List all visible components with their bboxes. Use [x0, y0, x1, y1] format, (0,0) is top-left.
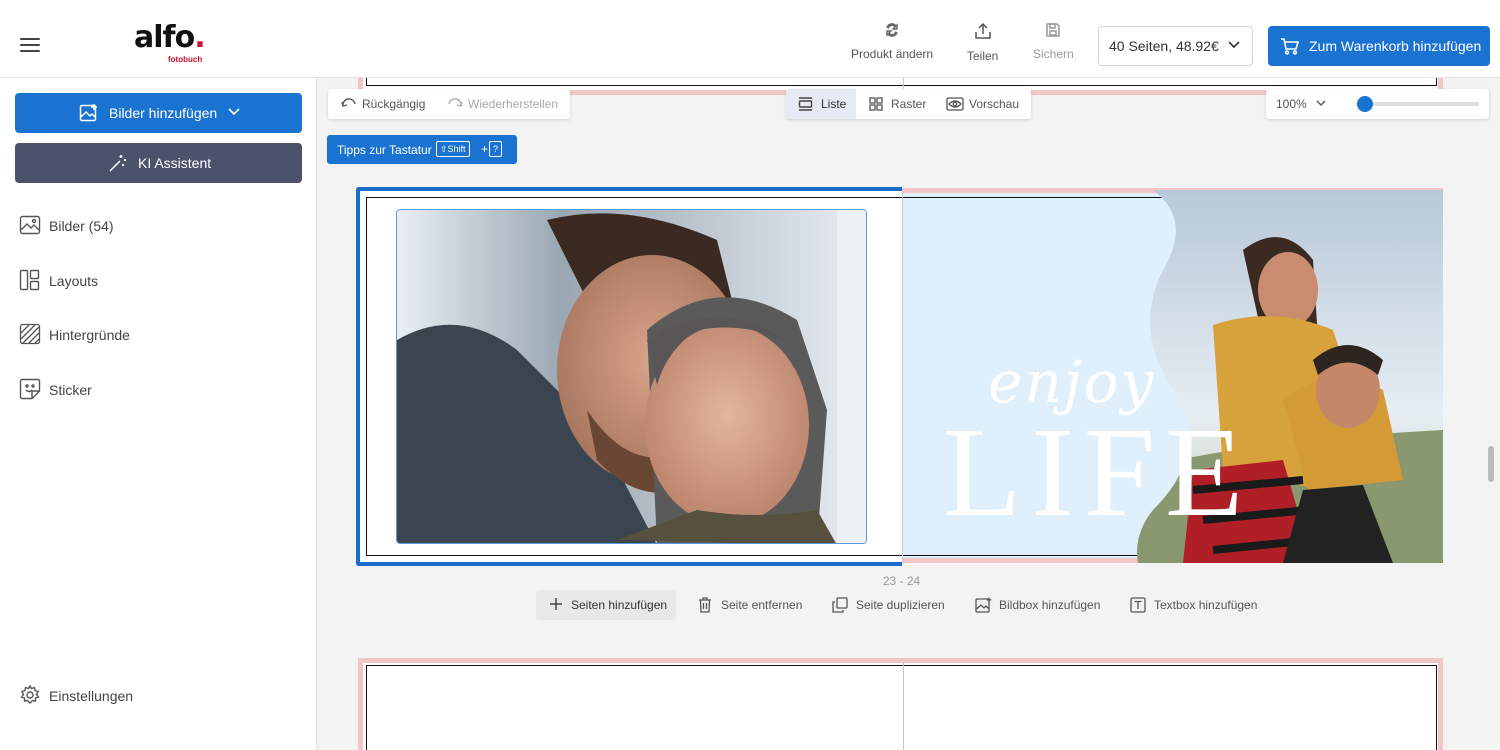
ki-assistant-button[interactable]: KI Assistent — [15, 143, 302, 183]
spread-page-numbers: 23 - 24 — [882, 574, 921, 588]
gear-icon — [20, 684, 40, 704]
pages-price-value: 40 Seiten, 48.92€ — [1109, 38, 1219, 54]
zoom-slider-handle[interactable] — [1357, 96, 1373, 112]
sidebar-item-settings-label: Einstellungen — [49, 688, 134, 704]
view-list-button[interactable]: Liste — [786, 89, 856, 119]
next-spread[interactable] — [358, 658, 1443, 750]
view-list-label: Liste — [821, 97, 847, 111]
cart-icon — [1281, 38, 1300, 55]
plus-icon — [550, 598, 562, 610]
background-pattern-icon — [19, 323, 41, 345]
layout-icon — [19, 269, 40, 291]
redo-label: Wiederherstellen — [468, 97, 559, 111]
save-disk-icon — [1046, 23, 1061, 37]
add-pages-button[interactable]: Seiten hinzufügen — [536, 590, 676, 620]
previous-spread-page-frame — [366, 78, 1437, 86]
canvas-scrollbar[interactable] — [1487, 80, 1497, 730]
sidebar-item-sticker-label: Sticker — [49, 382, 92, 398]
shift-key-badge: ⇧Shift — [436, 141, 470, 157]
hamburger-menu-icon[interactable] — [20, 38, 40, 52]
logo-subtitle: fotobuch — [168, 55, 203, 64]
view-grid-label: Raster — [891, 97, 927, 111]
remove-page-button[interactable]: Seite entfernen — [698, 590, 808, 620]
textbox-icon — [1130, 597, 1146, 613]
sidebar-item-layouts-label: Layouts — [49, 273, 99, 289]
refresh-icon — [886, 23, 898, 37]
editor-canvas[interactable]: Rückgängig Wiederherstellen Liste Raster… — [318, 78, 1500, 750]
add-textbox-label: Textbox hinzufügen — [1154, 598, 1258, 612]
add-textbox-button[interactable]: Textbox hinzufügen — [1130, 590, 1260, 620]
plus-sign: + — [481, 142, 489, 156]
save-button[interactable]: Sichern — [1033, 22, 1074, 61]
change-product-button[interactable]: Produkt ändern — [851, 22, 933, 61]
add-to-cart-label: Zum Warenkorb hinzufügen — [1309, 38, 1482, 54]
pages-price-select[interactable]: 40 Seiten, 48.92€ — [1098, 26, 1253, 66]
view-mode-toolbar: Liste Raster Vorschau — [786, 89, 1031, 119]
spread-fold-line — [902, 193, 903, 563]
zoom-select[interactable]: 100% — [1276, 97, 1307, 111]
add-imagebox-label: Bildbox hinzufügen — [999, 598, 1101, 612]
sidebar-item-images-label: Bilder (54) — [49, 218, 114, 234]
add-images-label: Bilder hinzufügen — [109, 105, 218, 121]
share-label: Teilen — [967, 49, 999, 63]
save-label: Sichern — [1033, 47, 1074, 61]
duplicate-page-label: Seite duplizieren — [856, 598, 945, 612]
undo-redo-toolbar: Rückgängig Wiederherstellen — [328, 89, 570, 119]
sticker-icon — [19, 378, 41, 400]
next-spread-fold — [903, 663, 904, 750]
trash-icon — [699, 597, 711, 613]
add-images-button[interactable]: Bilder hinzufügen — [15, 93, 302, 133]
keyboard-tips-label: Tipps zur Tastatur — [337, 143, 432, 157]
next-spread-page-frame — [366, 665, 1437, 750]
alfo-logo[interactable]: alfo. fotobuch — [134, 20, 206, 65]
redo-icon — [448, 98, 463, 107]
app-header: alfo. fotobuch Produkt ändern Teilen Sic… — [0, 0, 1500, 78]
life-headline-text[interactable]: LIFE — [943, 408, 1253, 536]
left-sidebar: Bilder hinzufügen KI Assistent Bilder (5… — [0, 78, 317, 750]
add-image-icon — [79, 104, 97, 122]
list-view-icon — [798, 97, 813, 111]
logo-dot: . — [194, 20, 205, 55]
duplicate-page-button[interactable]: Seite duplizieren — [832, 590, 952, 620]
share-icon — [974, 22, 991, 39]
photo-couple-selfie[interactable] — [396, 209, 867, 544]
image-icon — [19, 215, 41, 235]
view-preview-label: Vorschau — [969, 97, 1020, 111]
share-button[interactable]: Teilen — [967, 22, 998, 63]
logo-text: alfo — [134, 20, 195, 55]
view-grid-button[interactable]: Raster — [856, 89, 936, 119]
undo-icon — [341, 98, 356, 107]
change-product-label: Produkt ändern — [851, 47, 934, 61]
canvas-scrollbar-thumb[interactable] — [1488, 446, 1494, 482]
add-imagebox-button[interactable]: Bildbox hinzufügen — [975, 590, 1105, 620]
magic-wand-icon — [109, 155, 126, 172]
question-key-badge: ? — [489, 141, 503, 157]
view-preview-button[interactable]: Vorschau — [936, 89, 1031, 119]
duplicate-icon — [832, 597, 848, 613]
photo-couple-selfie-image — [397, 210, 866, 543]
ki-assistant-label: KI Assistent — [138, 155, 212, 171]
eye-preview-icon — [946, 97, 964, 111]
chevron-down-icon[interactable] — [228, 108, 240, 116]
chevron-down-icon — [1228, 41, 1240, 49]
add-pages-label: Seiten hinzufügen — [571, 598, 668, 612]
sidebar-item-backgrounds-label: Hintergründe — [49, 327, 130, 343]
keyboard-tips-button[interactable]: Tipps zur Tastatur ⇧Shift + ? — [327, 135, 517, 164]
add-image-icon — [975, 597, 992, 613]
chevron-down-icon[interactable] — [1316, 100, 1326, 107]
undo-label: Rückgängig — [362, 97, 426, 111]
zoom-slider[interactable] — [1356, 96, 1479, 112]
remove-page-label: Seite entfernen — [721, 598, 803, 612]
grid-view-icon — [869, 97, 883, 111]
add-to-cart-button[interactable]: Zum Warenkorb hinzufügen — [1268, 26, 1490, 66]
zoom-control: 100% — [1266, 89, 1489, 119]
